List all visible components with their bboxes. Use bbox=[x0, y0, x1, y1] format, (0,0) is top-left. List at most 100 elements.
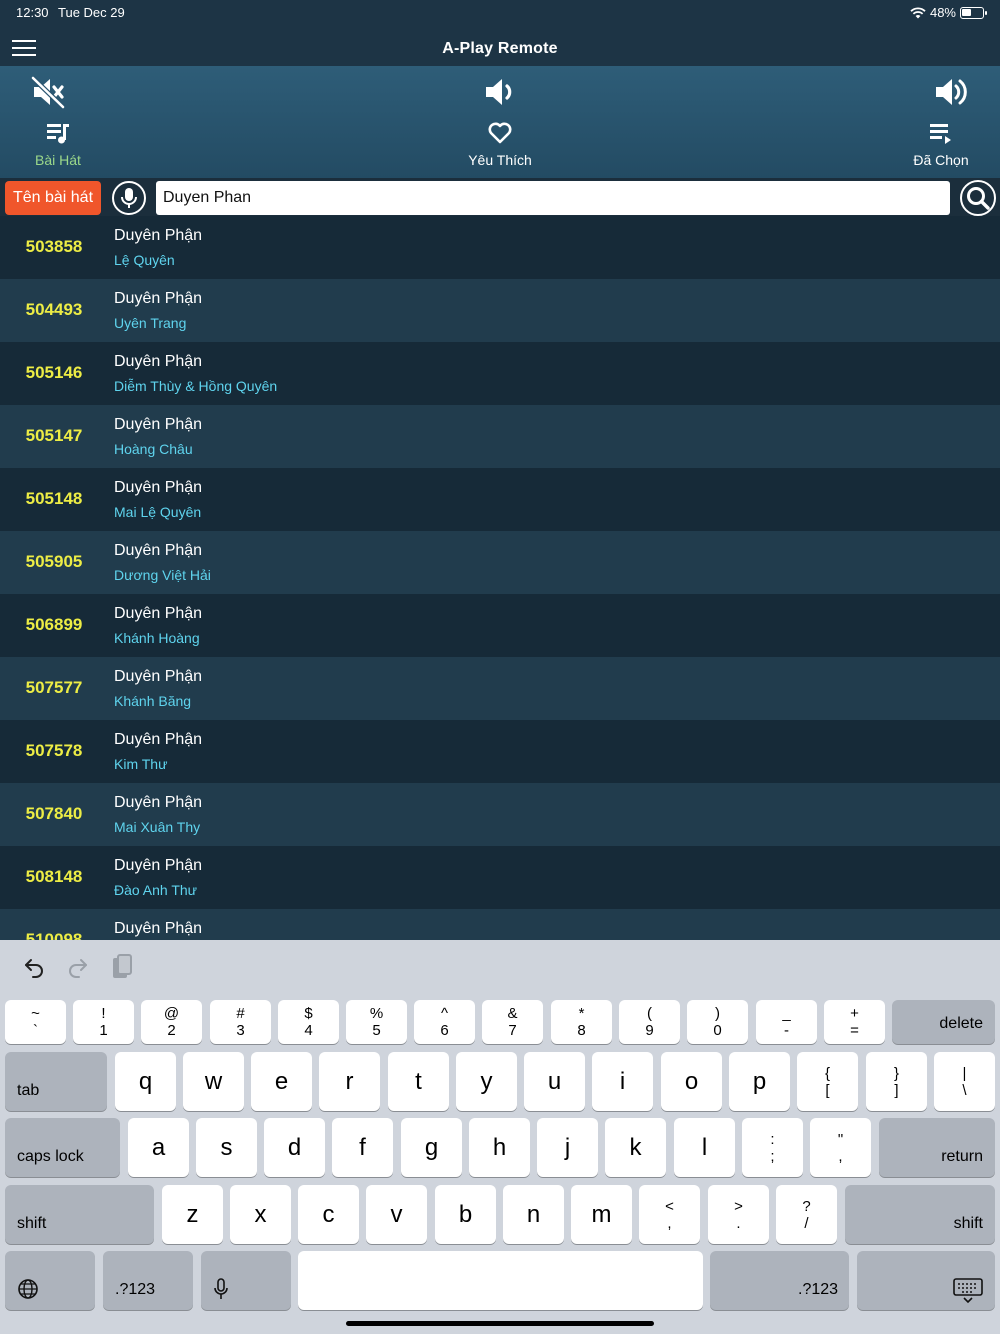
key-num-9[interactable]: (9 bbox=[619, 1000, 680, 1044]
dismiss-keyboard-key[interactable] bbox=[857, 1251, 995, 1310]
app-root: 12:30 Tue Dec 29 48% A-Play Remote Bài H… bbox=[0, 0, 1000, 1334]
key-z[interactable]: z bbox=[162, 1185, 223, 1244]
numbers-key[interactable]: .?123 bbox=[103, 1251, 193, 1310]
clipboard-icon[interactable] bbox=[110, 953, 134, 981]
song-row[interactable]: 504493 Duyên Phận Uyên Trang bbox=[0, 279, 1000, 342]
numbers-key-right[interactable]: .?123 bbox=[710, 1251, 849, 1310]
mute-button[interactable] bbox=[30, 74, 66, 110]
key-h[interactable]: h bbox=[469, 1118, 530, 1177]
redo-icon[interactable] bbox=[66, 955, 90, 979]
volume-down-button[interactable] bbox=[482, 74, 518, 110]
voice-search-button[interactable] bbox=[112, 181, 146, 215]
song-row[interactable]: 507578 Duyên Phận Kim Thư bbox=[0, 720, 1000, 783]
key-w[interactable]: w bbox=[183, 1052, 244, 1111]
key-symbol-r1-1[interactable]: }] bbox=[866, 1052, 927, 1111]
key-num-7[interactable]: & 7 bbox=[482, 1000, 543, 1044]
key-m[interactable]: m bbox=[571, 1185, 632, 1244]
key-num-8-upper: * bbox=[578, 1005, 585, 1022]
song-row[interactable]: 510098 Duyên Phận bbox=[0, 909, 1000, 940]
song-list: 503858 Duyên Phận Lệ Quyên 504493 Duyên Phậ… bbox=[0, 216, 1000, 940]
key-i[interactable]: i bbox=[592, 1052, 653, 1111]
key-num-5-upper: % bbox=[369, 1005, 384, 1022]
key-o[interactable]: o bbox=[661, 1052, 722, 1111]
globe-key[interactable] bbox=[5, 1251, 95, 1310]
key-n[interactable]: n bbox=[503, 1185, 564, 1244]
key-num-1[interactable]: ! 1 bbox=[73, 1000, 134, 1044]
key-symbol-r3-0-lower: , bbox=[667, 1214, 672, 1232]
key-num-6[interactable]: ^ 6 bbox=[414, 1000, 475, 1044]
song-row[interactable]: 503858 Duyên Phận Lệ Quyên bbox=[0, 216, 1000, 279]
key-symbol-r3-0[interactable]: <, bbox=[639, 1185, 700, 1244]
song-code: 505147 bbox=[25, 426, 83, 445]
search-filter-button[interactable]: Tên bài hát bbox=[5, 181, 101, 215]
key-label: t bbox=[415, 1067, 422, 1095]
song-row[interactable]: 506899 Duyên Phận Khánh Hoàng bbox=[0, 594, 1000, 657]
microphone-icon bbox=[214, 1278, 228, 1299]
song-artist: Hoàng Châu bbox=[114, 441, 193, 457]
right-shift-key[interactable]: shift bbox=[845, 1185, 995, 1244]
key-label: h bbox=[492, 1133, 507, 1161]
song-code: 507840 bbox=[25, 804, 83, 823]
numbers-key-label: .?123 bbox=[115, 1281, 156, 1298]
song-row[interactable]: 508148 Duyên Phận Đào Anh Thư bbox=[0, 846, 1000, 909]
search-button[interactable] bbox=[960, 180, 996, 216]
key-symbol-r1-2[interactable]: | \ bbox=[934, 1052, 995, 1111]
key-num-12[interactable]: + = bbox=[824, 1000, 885, 1044]
key-f[interactable]: f bbox=[332, 1118, 393, 1177]
key-u[interactable]: u bbox=[524, 1052, 585, 1111]
song-artist: Khánh Hoàng bbox=[114, 630, 200, 646]
key-symbol-r2-1[interactable]: ", bbox=[810, 1118, 871, 1177]
key-num-5[interactable]: % 5 bbox=[346, 1000, 407, 1044]
key-symbol-r3-2[interactable]: ? / bbox=[776, 1185, 837, 1244]
key-num-9-upper: ( bbox=[647, 1005, 652, 1022]
key-g[interactable]: g bbox=[401, 1118, 462, 1177]
key-num-8[interactable]: * 8 bbox=[551, 1000, 612, 1044]
key-v[interactable]: v bbox=[366, 1185, 427, 1244]
tab-songs-label: Bài Hát bbox=[35, 152, 81, 168]
key-b[interactable]: b bbox=[435, 1185, 496, 1244]
dictation-key[interactable] bbox=[201, 1251, 291, 1310]
delete-key[interactable]: delete bbox=[892, 1000, 995, 1044]
volume-up-button[interactable] bbox=[932, 74, 968, 110]
song-row[interactable]: 505147 Duyên Phận Hoàng Châu bbox=[0, 405, 1000, 468]
caps-lock-key[interactable]: caps lock bbox=[5, 1118, 120, 1177]
key-e[interactable]: e bbox=[251, 1052, 312, 1111]
key-num-3[interactable]: #3 bbox=[210, 1000, 271, 1044]
return-key[interactable]: return bbox=[879, 1118, 995, 1177]
key-num-11[interactable]: _ - bbox=[756, 1000, 817, 1044]
key-k[interactable]: k bbox=[605, 1118, 666, 1177]
key-y[interactable]: y bbox=[456, 1052, 517, 1111]
song-row[interactable]: 505905 Duyên Phận Dương Việt Hải bbox=[0, 531, 1000, 594]
song-row[interactable]: 505148 Duyên Phận Mai Lệ Quyên bbox=[0, 468, 1000, 531]
left-shift-key[interactable]: shift bbox=[5, 1185, 154, 1244]
key-d[interactable]: d bbox=[264, 1118, 325, 1177]
tab-key[interactable]: tab bbox=[5, 1052, 107, 1111]
key-num-4[interactable]: $4 bbox=[278, 1000, 339, 1044]
key-num-2[interactable]: @2 bbox=[141, 1000, 202, 1044]
key-num-10[interactable]: ) 0 bbox=[687, 1000, 748, 1044]
song-title: Duyên Phận bbox=[114, 542, 203, 559]
key-s[interactable]: s bbox=[196, 1118, 257, 1177]
key-q[interactable]: q bbox=[115, 1052, 176, 1111]
song-row[interactable]: 507840 Duyên Phận Mai Xuân Thy bbox=[0, 783, 1000, 846]
key-r[interactable]: r bbox=[319, 1052, 380, 1111]
key-j[interactable]: j bbox=[537, 1118, 598, 1177]
key-symbol-r3-1[interactable]: >. bbox=[708, 1185, 769, 1244]
key-p[interactable]: p bbox=[729, 1052, 790, 1111]
search-input[interactable] bbox=[156, 181, 950, 215]
undo-icon[interactable] bbox=[22, 955, 46, 979]
key-num-0[interactable]: ~ ` bbox=[5, 1000, 66, 1044]
key-t[interactable]: t bbox=[388, 1052, 449, 1111]
key-l[interactable]: l bbox=[674, 1118, 735, 1177]
tab-selected[interactable]: Đã Chọn bbox=[890, 120, 992, 168]
space-key[interactable] bbox=[298, 1251, 703, 1310]
key-symbol-r2-0[interactable]: :; bbox=[742, 1118, 803, 1177]
tab-songs[interactable]: Bài Hát bbox=[10, 120, 106, 168]
tab-favorites[interactable]: Yêu Thích bbox=[440, 120, 560, 168]
key-c[interactable]: c bbox=[298, 1185, 359, 1244]
key-a[interactable]: a bbox=[128, 1118, 189, 1177]
key-x[interactable]: x bbox=[230, 1185, 291, 1244]
key-symbol-r1-0[interactable]: {[ bbox=[797, 1052, 858, 1111]
song-row[interactable]: 507577 Duyên Phận Khánh Băng bbox=[0, 657, 1000, 720]
song-row[interactable]: 505146 Duyên Phận Diễm Thùy & Hồng Quyên bbox=[0, 342, 1000, 405]
